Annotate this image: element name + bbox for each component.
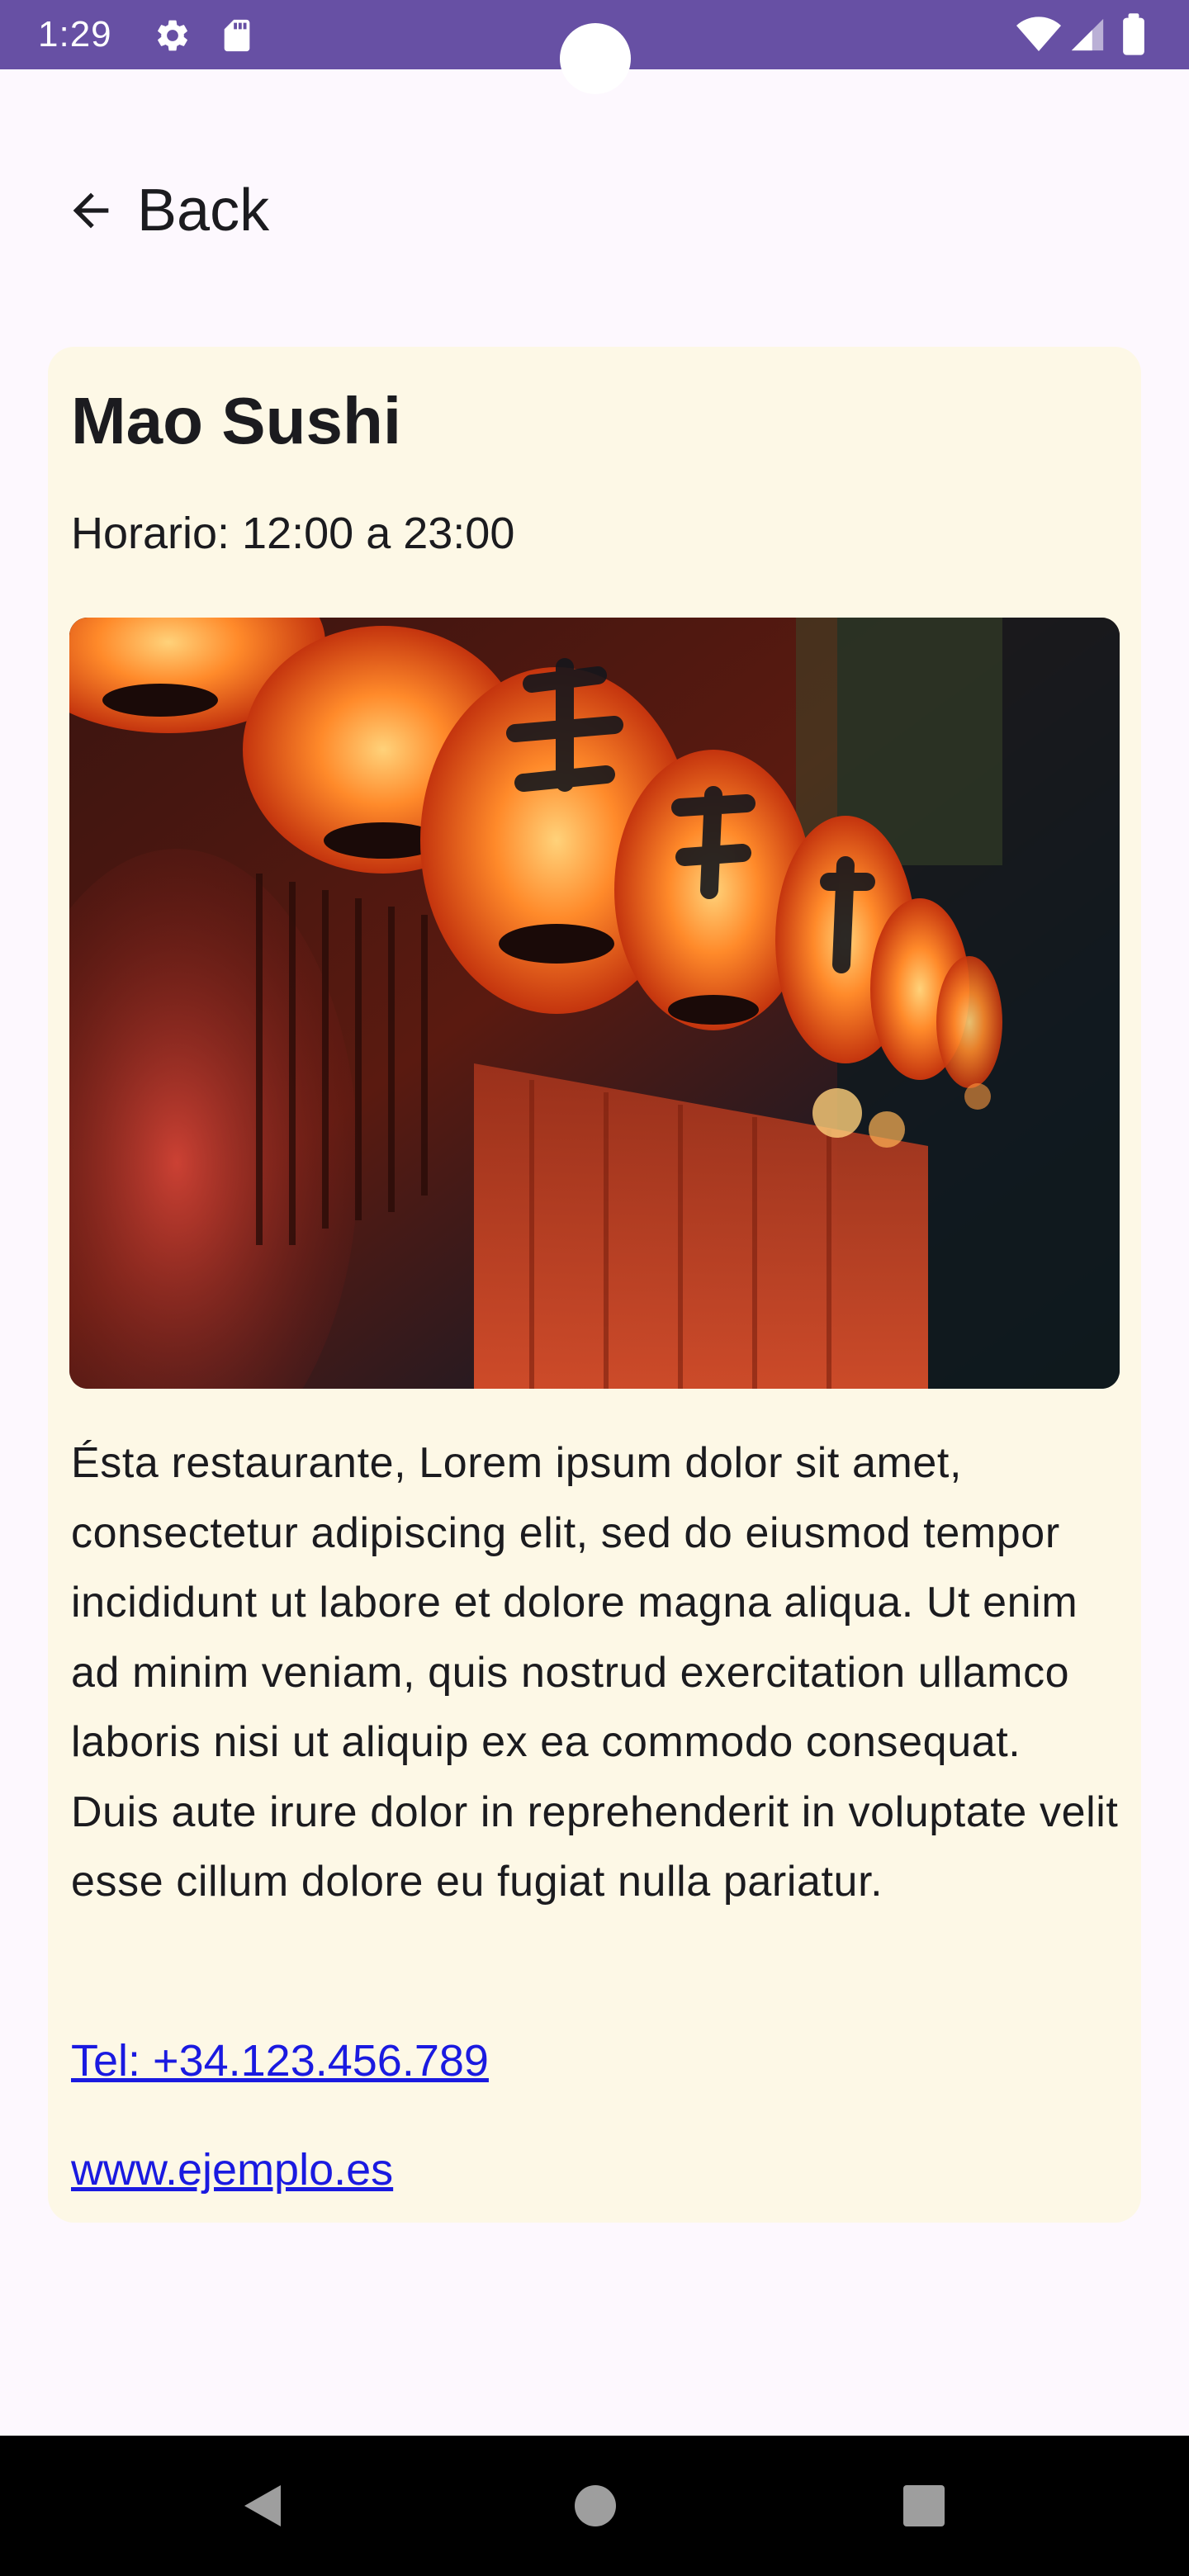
phone-link[interactable]: Tel: +34.123.456.789 [71,2031,489,2091]
nav-recents-icon[interactable] [895,2477,953,2535]
wifi-icon [1016,17,1061,51]
restaurant-description: Ésta restaurante, Lorem ipsum dolor sit … [71,1439,1119,1906]
restaurant-card: Mao Sushi Horario: 12:00 a 23:00 Ésta re… [48,347,1141,2223]
back-label: Back [137,178,270,244]
system-nav-bar [0,2436,1189,2576]
sd-card-icon [224,19,250,52]
status-bar: 1:29 [0,0,1189,94]
cellular-signal-icon [1071,18,1104,51]
restaurant-name: Mao Sushi [71,384,402,457]
camera-cutout [560,23,631,94]
restaurant-photo [69,618,1120,1389]
arrow-left-icon [73,192,109,229]
nav-home-icon[interactable] [566,2477,624,2535]
back-button[interactable]: Back [64,165,269,256]
lanterns-illustration [69,618,1120,1389]
nav-back-icon[interactable] [234,2477,292,2535]
status-time: 1:29 [38,14,112,54]
opening-hours: Horario: 12:00 a 23:00 [71,509,515,558]
website-link[interactable]: www.ejemplo.es [71,2140,393,2200]
settings-icon [158,20,187,51]
battery-icon [1123,13,1144,55]
